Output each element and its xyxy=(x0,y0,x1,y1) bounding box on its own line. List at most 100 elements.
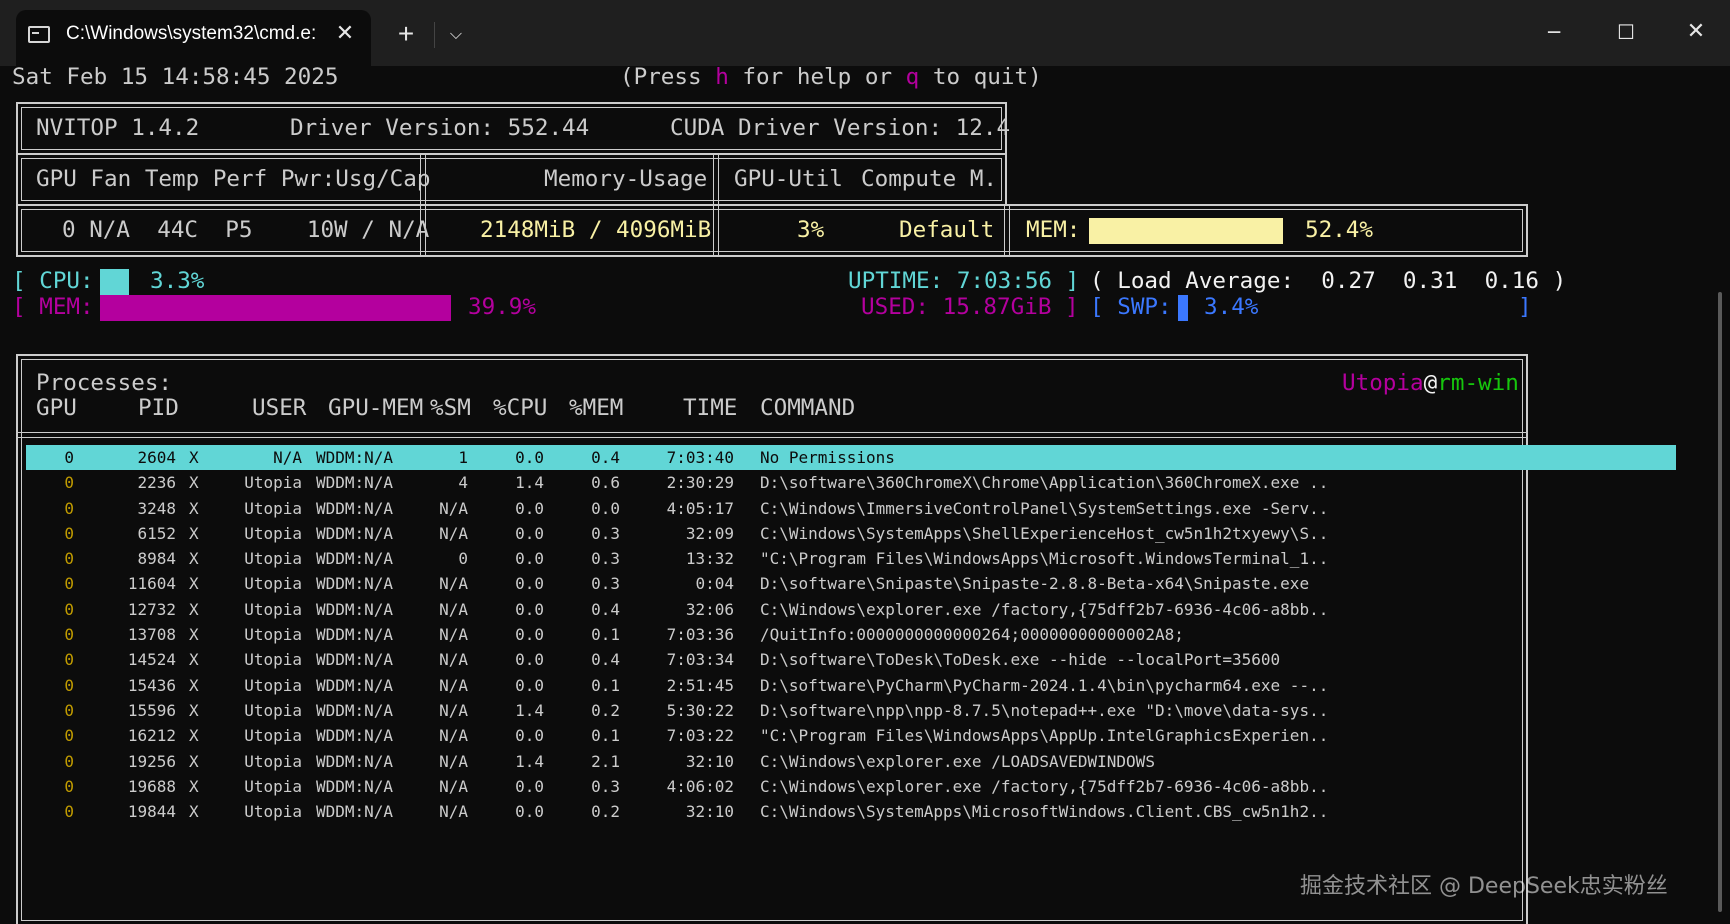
process-row[interactable]: 0 11604 X Utopia WDDM:N/A N/A 0.0 0.3 0:04 D:\sof… xyxy=(26,571,1676,596)
gpu-header-compute: Compute M. xyxy=(861,166,998,192)
process-time: 5:30:22 xyxy=(666,700,734,720)
process-gpu: 0 xyxy=(64,448,74,467)
chevron-down-icon[interactable]: ⌵ xyxy=(442,18,470,50)
process-user: Utopia xyxy=(244,549,302,569)
process-sm: 0 xyxy=(458,549,468,569)
process-time: 32:09 xyxy=(685,523,734,543)
process-row[interactable]: 0 6152 X Utopia WDDM:N/A N/A 0.0 0.3 32:09 C:\Win… xyxy=(26,521,1676,546)
swap-percent: 3.4% xyxy=(1204,294,1259,320)
process-cmd: C:\Windows\explorer.exe /factory,{75dff2… xyxy=(760,776,1329,796)
process-gpu: 0 xyxy=(64,751,74,771)
process-row[interactable]: 0 16212 X Utopia WDDM:N/A N/A 0.0 0.1 7:03:22 "C:… xyxy=(26,723,1676,748)
gpu-mem-bar xyxy=(1089,218,1283,244)
cpu-bar xyxy=(100,269,129,295)
process-time: 13:32 xyxy=(685,549,734,569)
process-type: X xyxy=(189,650,199,670)
gpu-row-left: 0 N/A 44C P5 10W / N/A xyxy=(62,217,430,243)
process-cpu: 0.0 xyxy=(515,776,544,796)
process-gpu: 0 xyxy=(64,700,74,720)
process-gpumem: WDDM:N/A xyxy=(316,599,394,619)
process-sm: N/A xyxy=(439,498,468,518)
process-pid: 6152 xyxy=(137,523,176,543)
process-pid: 15436 xyxy=(127,675,176,695)
title-bar[interactable]: C:\Windows\system32\cmd.e: ✕ + ⌵ ─ ☐ ✕ xyxy=(0,0,1730,66)
process-time: 2:51:45 xyxy=(666,675,734,695)
host-mem-percent: 39.9% xyxy=(468,294,537,320)
process-user: Utopia xyxy=(244,776,302,796)
process-row[interactable]: 0 15436 X Utopia WDDM:N/A N/A 0.0 0.1 2:51:45 D:\… xyxy=(26,673,1676,698)
process-row[interactable]: 0 8984 X Utopia WDDM:N/A 0 0.0 0.3 13:32 "C:\Prog… xyxy=(26,546,1676,571)
host-mem-label: [ MEM: xyxy=(12,294,94,320)
process-row-selected[interactable]: 0 2604 X N/A WDDM:N/A 1 0.0 0.4 7:03:40 No Permis… xyxy=(26,445,1676,471)
process-gpu: 0 xyxy=(64,675,74,695)
scrollbar[interactable] xyxy=(1718,292,1722,912)
process-gpumem: WDDM:N/A xyxy=(316,700,394,720)
process-pid: 3248 xyxy=(137,498,176,518)
quit-key: q xyxy=(905,64,920,90)
gpu-mem-label: MEM: xyxy=(1026,217,1081,243)
cpu-percent: 3.3% xyxy=(150,268,205,294)
process-mem: 0.1 xyxy=(591,726,620,746)
process-sm: N/A xyxy=(439,650,468,670)
process-cmd: C:\Windows\explorer.exe /LOADSAVEDWINDOW… xyxy=(760,751,1155,771)
process-sm: N/A xyxy=(439,751,468,771)
help-hint: (Press h for help or q to quit) xyxy=(620,64,1042,90)
process-cmd: D:\software\PyCharm\PyCharm-2024.1.4\bin… xyxy=(760,675,1329,695)
process-cmd: C:\Windows\SystemApps\MicrosoftWindows.C… xyxy=(760,802,1329,822)
process-gpu: 0 xyxy=(64,650,74,670)
process-gpumem: WDDM:N/A xyxy=(316,776,394,796)
process-user: Utopia xyxy=(244,473,302,493)
process-type: X xyxy=(189,574,199,594)
process-time: 32:10 xyxy=(685,802,734,822)
process-row[interactable]: 0 13708 X Utopia WDDM:N/A N/A 0.0 0.1 7:03:36/Qu… xyxy=(26,622,1676,647)
process-user: N/A xyxy=(273,448,302,467)
process-gpu: 0 xyxy=(64,523,74,543)
process-pid: 16212 xyxy=(127,726,176,746)
process-row[interactable]: 0 12732 X Utopia WDDM:N/A N/A 0.0 0.4 32:06 C:\Wi… xyxy=(26,597,1676,622)
process-row[interactable]: 0 19688 X Utopia WDDM:N/A N/A 0.0 0.3 4:06:02 C:\… xyxy=(26,774,1676,799)
process-user: Utopia xyxy=(244,523,302,543)
process-type: X xyxy=(189,473,199,493)
process-time: 4:05:17 xyxy=(666,498,734,518)
process-row[interactable]: 0 3248 X Utopia WDDM:N/A N/A 0.0 0.0 4:05:17 C:\W… xyxy=(26,496,1676,521)
process-sm: 4 xyxy=(458,473,468,493)
close-tab-button[interactable]: ✕ xyxy=(330,18,360,48)
process-gpu: 0 xyxy=(64,599,74,619)
process-mem: 0.2 xyxy=(591,802,620,822)
process-gpu: 0 xyxy=(64,498,74,518)
minimize-button[interactable]: ─ xyxy=(1532,14,1576,50)
process-mem: 0.3 xyxy=(591,549,620,569)
process-mem: 0.4 xyxy=(591,448,620,467)
swap-bar xyxy=(1178,295,1188,321)
process-list[interactable]: 0 2604 X N/A WDDM:N/A 1 0.0 0.4 7:03:40 No Permis… xyxy=(26,445,1676,824)
col-command: COMMAND xyxy=(760,395,856,421)
process-gpu: 0 xyxy=(64,549,74,569)
process-sm: N/A xyxy=(439,574,468,594)
process-type: X xyxy=(189,751,199,771)
col-sm: %SM xyxy=(430,395,471,421)
process-cpu: 0.0 xyxy=(515,549,544,569)
process-cpu: 1.4 xyxy=(515,751,544,771)
process-row[interactable]: 0 2236 X Utopia WDDM:N/A 4 1.4 0.6 2:30:29 D:\sof… xyxy=(26,470,1676,495)
uptime: UPTIME: 7:03:56 ] xyxy=(848,268,1080,294)
process-cmd: No Permissions xyxy=(760,448,895,467)
process-row[interactable]: 0 19256 X Utopia WDDM:N/A N/A 1.4 2.1 32:10 C:\Wi… xyxy=(26,749,1676,774)
process-sm: N/A xyxy=(439,625,468,645)
col-pid: PID xyxy=(138,395,179,421)
process-type: X xyxy=(189,726,199,746)
new-tab-button[interactable]: + xyxy=(392,18,420,50)
process-type: X xyxy=(189,776,199,796)
process-row[interactable]: 0 15596 X Utopia WDDM:N/A N/A 1.4 0.2 5:30:22 D:\… xyxy=(26,698,1676,723)
maximize-button[interactable]: ☐ xyxy=(1604,14,1648,50)
col-cpu: %CPU xyxy=(493,395,548,421)
process-type: X xyxy=(189,549,199,569)
process-row[interactable]: 0 14524 X Utopia WDDM:N/A N/A 0.0 0.4 7:03:34 D:\… xyxy=(26,647,1676,672)
close-window-button[interactable]: ✕ xyxy=(1674,14,1718,50)
tab-cmd[interactable]: C:\Windows\system32\cmd.e: ✕ xyxy=(16,10,371,66)
process-sm: N/A xyxy=(439,675,468,695)
process-row[interactable]: 0 19844 X Utopia WDDM:N/A N/A 0.0 0.2 32:10 C:\Wi… xyxy=(26,799,1676,824)
process-pid: 14524 xyxy=(127,650,176,670)
process-cpu: 0.0 xyxy=(515,448,544,467)
process-gpumem: WDDM:N/A xyxy=(316,675,394,695)
process-sm: N/A xyxy=(439,700,468,720)
